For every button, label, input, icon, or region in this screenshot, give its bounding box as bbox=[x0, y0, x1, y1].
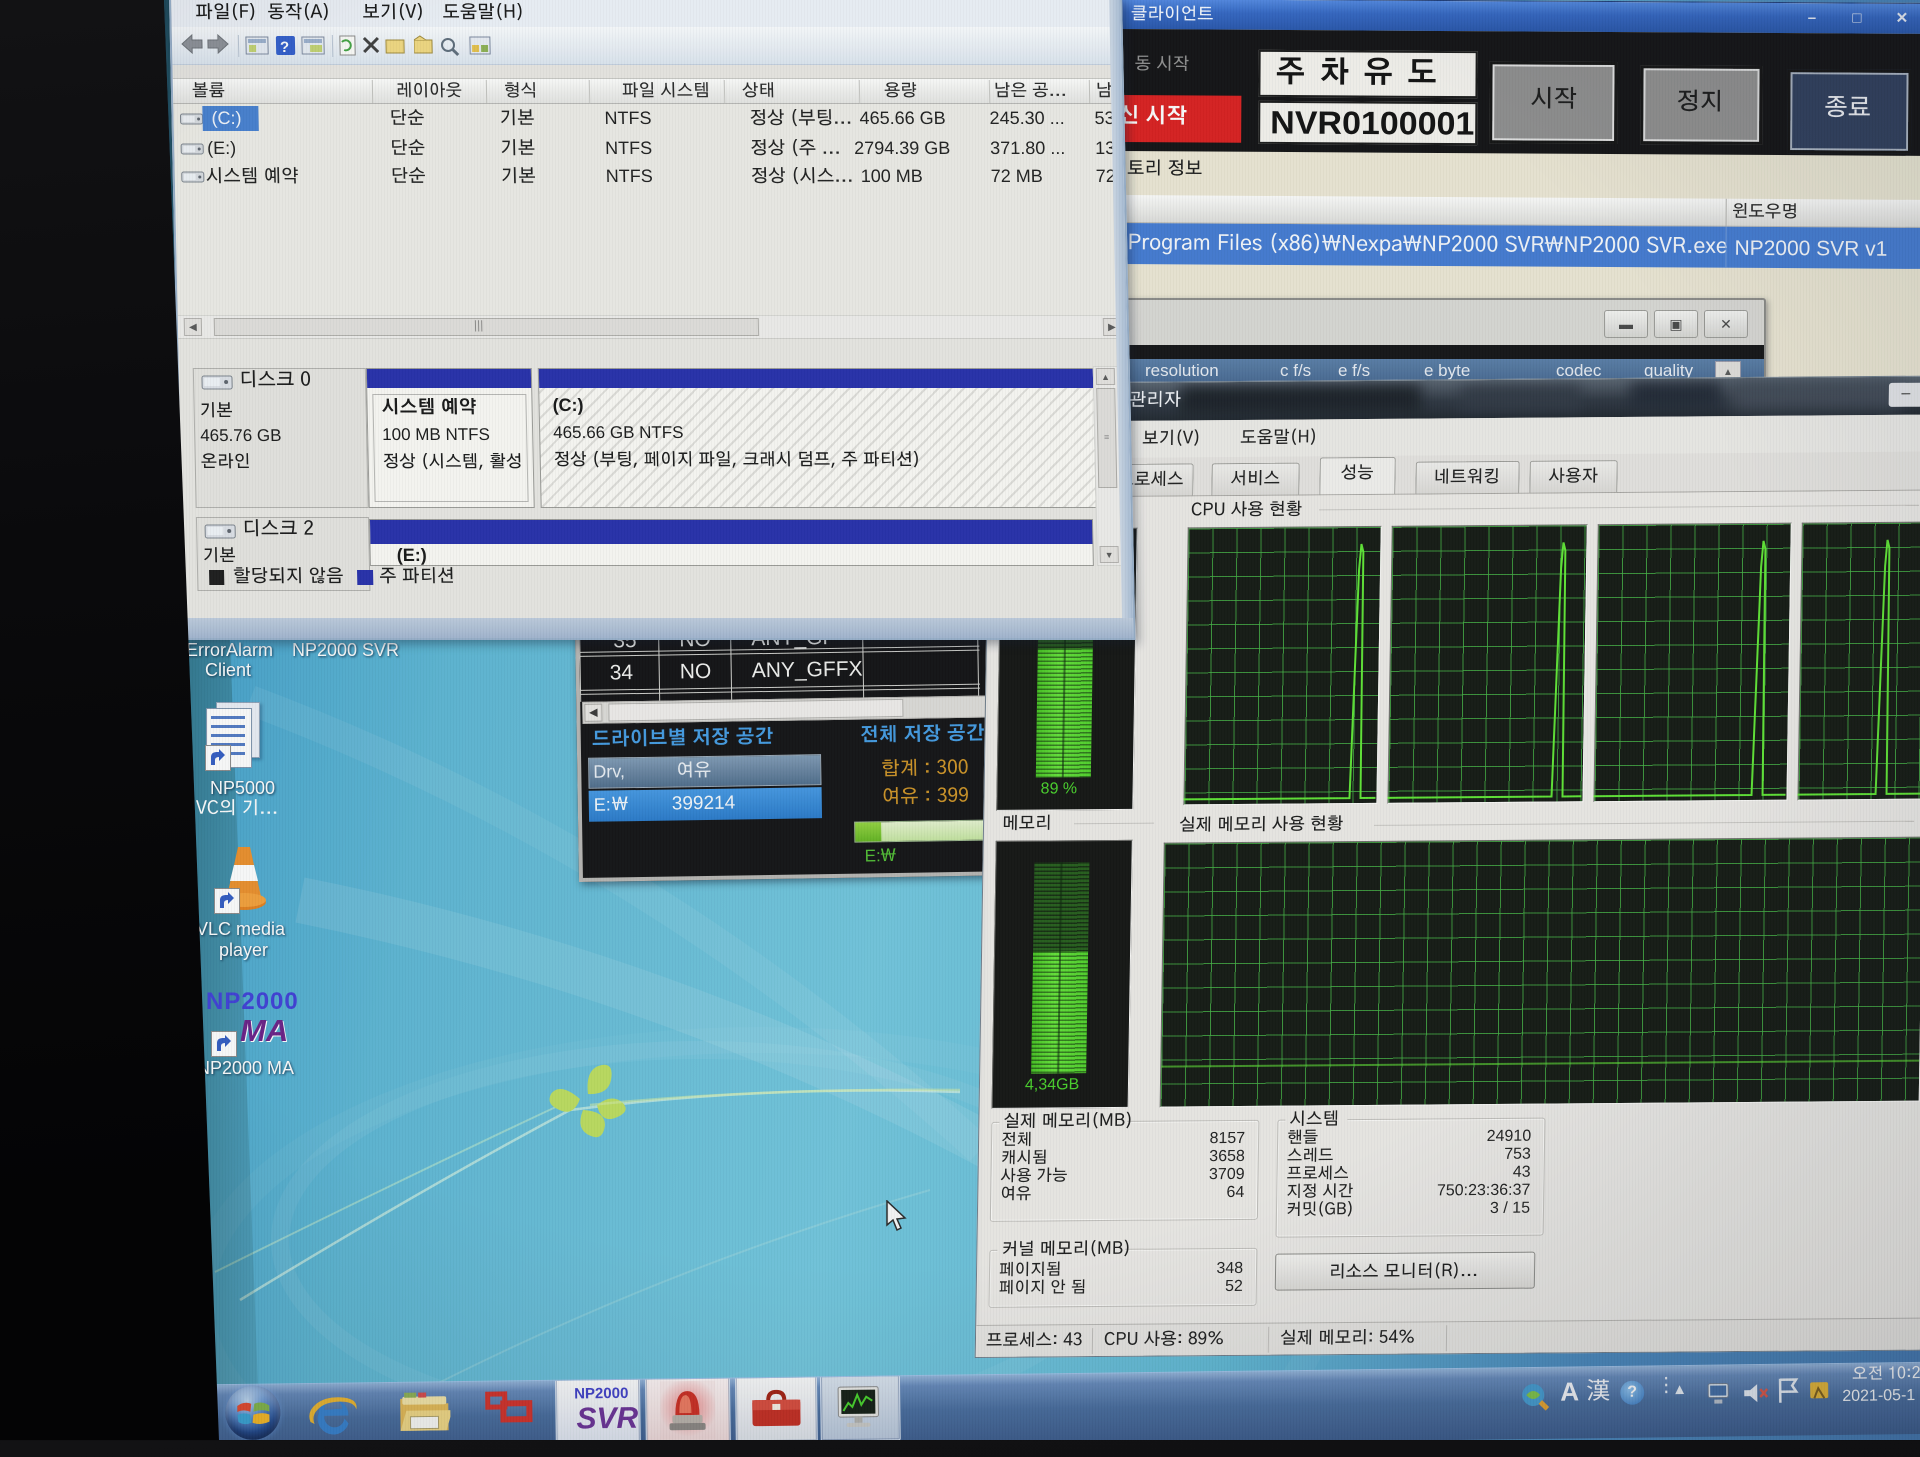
svg-text:?: ? bbox=[280, 39, 290, 56]
